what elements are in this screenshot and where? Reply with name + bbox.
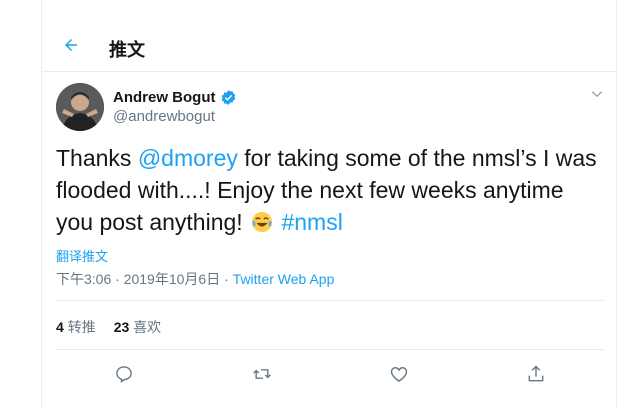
tweet-time[interactable]: 下午3:06 — [56, 271, 111, 287]
like-icon[interactable] — [389, 364, 409, 384]
likes-stat[interactable]: 23 喜欢 — [114, 319, 161, 335]
avatar[interactable] — [56, 83, 104, 131]
translate-tweet-link[interactable]: 翻译推文 — [56, 246, 108, 265]
share-icon[interactable] — [526, 364, 546, 384]
likes-label: 喜欢 — [133, 319, 162, 335]
divider — [56, 300, 604, 301]
retweets-label: 转推 — [67, 319, 96, 335]
author-name[interactable]: Andrew Bogut — [113, 89, 216, 106]
retweets-count: 4 — [56, 319, 64, 335]
engagement-stats: 4 转推 23 喜欢 — [56, 317, 161, 337]
mention-link[interactable]: @dmorey — [138, 145, 238, 171]
likes-count: 23 — [113, 319, 130, 335]
chevron-down-icon[interactable] — [590, 87, 604, 101]
face-with-tears-of-joy-icon — [251, 211, 273, 233]
page-header: 推文 — [41, 0, 617, 72]
reply-icon[interactable] — [114, 364, 134, 384]
author-handle[interactable]: @andrewbogut — [113, 108, 215, 125]
back-arrow-icon[interactable] — [62, 36, 80, 54]
retweet-icon[interactable] — [252, 364, 272, 384]
tweet-text-part: Thanks — [56, 145, 138, 171]
tweet-date[interactable]: 2019年10月6日 — [124, 271, 221, 287]
divider — [56, 349, 604, 350]
tweet-text: Thanks @dmorey for taking some of the nm… — [56, 142, 604, 238]
source-app-link[interactable]: Twitter Web App — [233, 271, 335, 287]
tweet-meta: 下午3:06 · 2019年10月6日 · Twitter Web App — [56, 271, 335, 287]
verified-badge-icon — [221, 90, 236, 105]
hashtag-link[interactable]: #nmsl — [281, 209, 342, 235]
page-title: 推文 — [109, 40, 145, 60]
retweets-stat[interactable]: 4 转推 — [56, 319, 96, 335]
